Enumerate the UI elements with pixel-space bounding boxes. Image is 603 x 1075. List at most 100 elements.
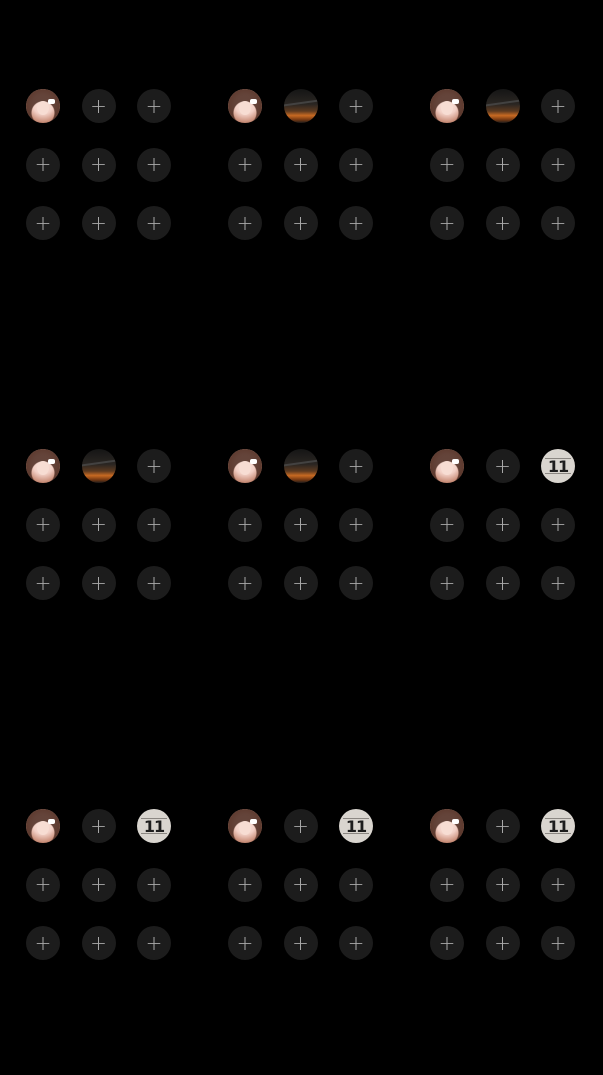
add-slot-button[interactable]: + bbox=[137, 867, 171, 902]
sunset-photo-ray bbox=[81, 459, 116, 467]
add-slot-button[interactable]: + bbox=[137, 507, 171, 542]
number-photo-line bbox=[545, 833, 571, 834]
add-slot-button[interactable]: + bbox=[430, 507, 464, 542]
avatar-photo[interactable] bbox=[228, 89, 262, 123]
plus-icon: + bbox=[494, 813, 511, 838]
add-slot-button[interactable]: + bbox=[430, 566, 464, 600]
add-slot-button[interactable]: + bbox=[26, 566, 60, 600]
add-slot-button[interactable]: + bbox=[339, 867, 373, 902]
add-slot-button[interactable]: + bbox=[81, 566, 116, 600]
add-slot-button[interactable]: + bbox=[485, 926, 520, 960]
add-slot-button[interactable]: + bbox=[339, 507, 373, 542]
add-slot-button[interactable]: + bbox=[485, 809, 520, 843]
add-slot-button[interactable]: + bbox=[81, 89, 116, 123]
add-slot-button[interactable]: + bbox=[228, 147, 262, 182]
avatar-photo[interactable] bbox=[430, 89, 464, 123]
plus-icon: + bbox=[145, 453, 163, 478]
add-slot-button[interactable]: + bbox=[26, 926, 60, 960]
add-slot-button[interactable]: + bbox=[81, 926, 116, 960]
sunset-photo[interactable] bbox=[485, 89, 520, 123]
add-slot-button[interactable]: + bbox=[283, 926, 318, 960]
sunset-photo[interactable] bbox=[81, 449, 116, 483]
add-slot-button[interactable]: + bbox=[339, 147, 373, 182]
add-slot-button[interactable]: + bbox=[137, 449, 171, 483]
add-slot-button[interactable]: + bbox=[541, 867, 575, 902]
add-slot-button[interactable]: + bbox=[26, 206, 60, 240]
add-slot-button[interactable]: + bbox=[283, 206, 318, 240]
add-slot-button[interactable]: + bbox=[283, 867, 318, 902]
sunset-photo[interactable] bbox=[283, 89, 318, 123]
plus-icon: + bbox=[34, 570, 52, 595]
avatar-bow bbox=[452, 459, 459, 464]
plus-icon: + bbox=[236, 570, 254, 595]
add-slot-button[interactable]: + bbox=[228, 867, 262, 902]
sunset-photo[interactable] bbox=[283, 449, 318, 483]
add-slot-button[interactable]: + bbox=[228, 566, 262, 600]
avatar-photo[interactable] bbox=[26, 89, 60, 123]
number-photo[interactable]: 11 bbox=[541, 809, 575, 843]
avatar-face bbox=[441, 101, 453, 115]
add-slot-button[interactable]: + bbox=[283, 809, 318, 843]
avatar-photo[interactable] bbox=[228, 809, 262, 843]
add-slot-button[interactable]: + bbox=[26, 867, 60, 902]
slot-grid-2: + + + + + + + bbox=[228, 89, 398, 259]
add-slot-button[interactable]: + bbox=[137, 147, 171, 182]
add-slot-button[interactable]: + bbox=[283, 147, 318, 182]
plus-icon: + bbox=[34, 152, 52, 176]
add-slot-button[interactable]: + bbox=[430, 147, 464, 182]
add-slot-button[interactable]: + bbox=[81, 147, 116, 182]
add-slot-button[interactable]: + bbox=[137, 206, 171, 240]
add-slot-button[interactable]: + bbox=[81, 809, 116, 843]
add-slot-button[interactable]: + bbox=[485, 449, 520, 483]
add-slot-button[interactable]: + bbox=[228, 926, 262, 960]
add-slot-button[interactable]: + bbox=[541, 926, 575, 960]
add-slot-button[interactable]: + bbox=[26, 147, 60, 182]
avatar-photo[interactable] bbox=[228, 449, 262, 483]
add-slot-button[interactable]: + bbox=[485, 507, 520, 542]
add-slot-button[interactable]: + bbox=[485, 566, 520, 600]
number-photo[interactable]: 11 bbox=[541, 449, 575, 483]
avatar-photo[interactable] bbox=[430, 809, 464, 843]
add-slot-button[interactable]: + bbox=[339, 926, 373, 960]
add-slot-button[interactable]: + bbox=[430, 867, 464, 902]
number-photo[interactable]: 11 bbox=[339, 809, 373, 843]
add-slot-button[interactable]: + bbox=[485, 206, 520, 240]
add-slot-button[interactable]: + bbox=[339, 566, 373, 600]
plus-icon: + bbox=[549, 512, 567, 536]
add-slot-button[interactable]: + bbox=[541, 566, 575, 600]
add-slot-button[interactable]: + bbox=[81, 867, 116, 902]
plus-icon: + bbox=[145, 570, 163, 595]
add-slot-button[interactable]: + bbox=[81, 206, 116, 240]
add-slot-button[interactable]: + bbox=[283, 507, 318, 542]
add-slot-button[interactable]: + bbox=[541, 89, 575, 123]
add-slot-button[interactable]: + bbox=[541, 206, 575, 240]
add-slot-button[interactable]: + bbox=[541, 507, 575, 542]
add-slot-button[interactable]: + bbox=[26, 507, 60, 542]
add-slot-button[interactable]: + bbox=[137, 566, 171, 600]
add-slot-button[interactable]: + bbox=[339, 89, 373, 123]
add-slot-button[interactable]: + bbox=[541, 147, 575, 182]
plus-icon: + bbox=[549, 570, 567, 595]
add-slot-button[interactable]: + bbox=[485, 147, 520, 182]
slot-grid-9: +11 + + + + + + bbox=[430, 809, 600, 979]
add-slot-button[interactable]: + bbox=[81, 507, 116, 542]
slot-grid-6: +11 + + + + + + bbox=[430, 449, 600, 619]
add-slot-button[interactable]: + bbox=[339, 449, 373, 483]
plus-icon: + bbox=[145, 152, 163, 176]
add-slot-button[interactable]: + bbox=[283, 566, 318, 600]
plus-icon: + bbox=[292, 570, 309, 595]
add-slot-button[interactable]: + bbox=[430, 206, 464, 240]
add-slot-button[interactable]: + bbox=[485, 867, 520, 902]
add-slot-button[interactable]: + bbox=[339, 206, 373, 240]
plus-icon: + bbox=[90, 930, 107, 955]
number-photo[interactable]: 11 bbox=[137, 809, 171, 843]
avatar-photo[interactable] bbox=[26, 809, 60, 843]
add-slot-button[interactable]: + bbox=[137, 89, 171, 123]
avatar-bow bbox=[250, 99, 257, 104]
add-slot-button[interactable]: + bbox=[137, 926, 171, 960]
add-slot-button[interactable]: + bbox=[228, 507, 262, 542]
add-slot-button[interactable]: + bbox=[430, 926, 464, 960]
avatar-photo[interactable] bbox=[26, 449, 60, 483]
avatar-photo[interactable] bbox=[430, 449, 464, 483]
add-slot-button[interactable]: + bbox=[228, 206, 262, 240]
